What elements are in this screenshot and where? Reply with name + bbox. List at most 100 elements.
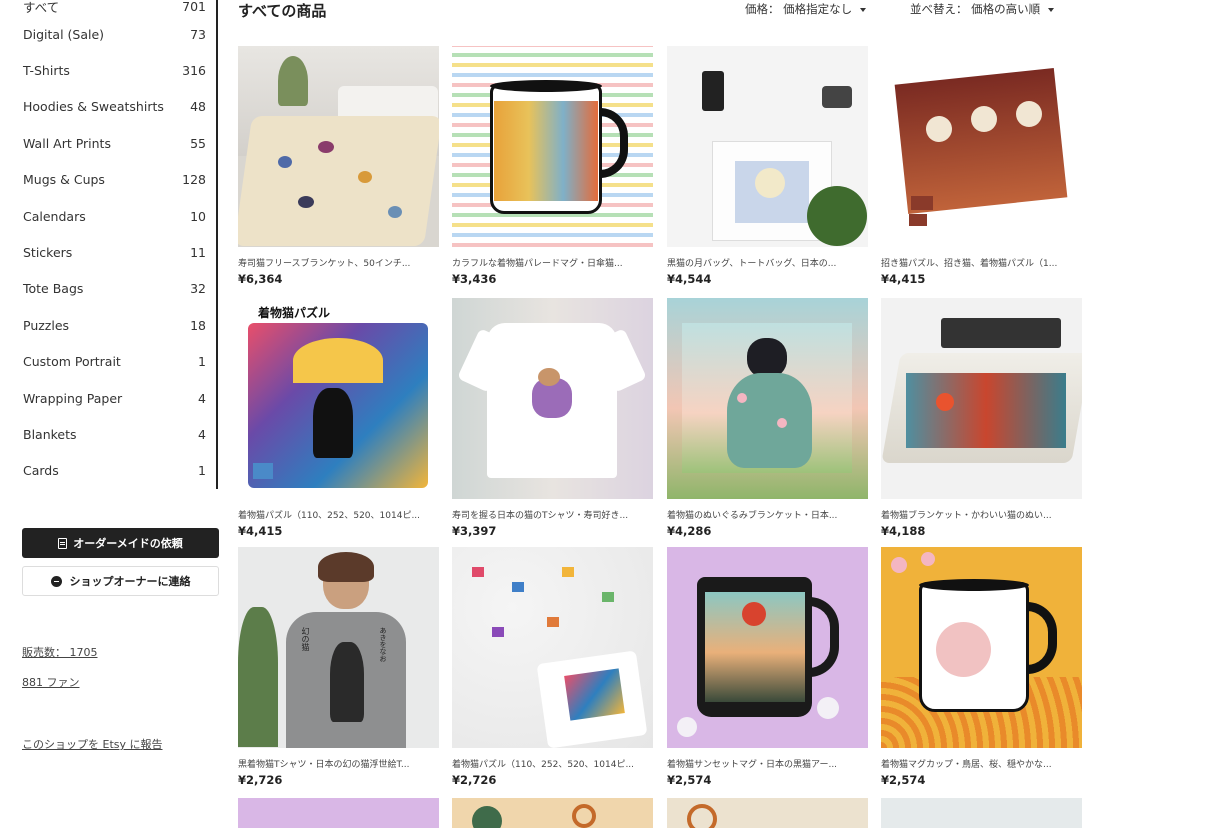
product-image[interactable] xyxy=(238,46,439,247)
product-image[interactable]: 幻の猫 あきをなお xyxy=(238,547,439,748)
category-mugs[interactable]: Mugs & Cups 128 xyxy=(0,162,216,198)
sort-dropdown[interactable]: 並べ替え： 価格の高い順 xyxy=(910,1,1055,17)
product-card[interactable]: 幻の猫 あきをなお 黒着物猫Tシャツ・日本の幻の猫浮世絵T... ¥2,726 xyxy=(238,547,439,787)
product-image[interactable] xyxy=(452,547,653,748)
product-title[interactable]: 招き猫パズル、招き猫、着物猫パズル（1... xyxy=(881,256,1082,269)
contact-owner-button[interactable]: ショップオーナーに連絡 xyxy=(22,566,219,596)
category-count: 1 xyxy=(198,354,206,370)
product-title[interactable]: 黒着物猫Tシャツ・日本の幻の猫浮世絵T... xyxy=(238,757,439,770)
product-image-partial[interactable] xyxy=(881,798,1082,828)
product-card[interactable]: 着物猫マグカップ・鳥居、桜、穏やかな... ¥2,574 xyxy=(881,547,1082,787)
tshirt-kanji-left: 幻の猫 xyxy=(301,627,310,651)
category-count: 4 xyxy=(198,426,206,442)
product-title[interactable]: 着物猫マグカップ・鳥居、桜、穏やかな... xyxy=(881,757,1082,770)
product-card[interactable]: 着物猫ブランケット・かわいい猫のぬい... ¥4,188 xyxy=(881,298,1082,538)
category-label: Custom Portrait xyxy=(23,354,121,370)
category-count: 32 xyxy=(190,281,206,297)
product-card[interactable]: 着物猫パズル 着物猫パズル（110、252、520、1014ピ... ¥4,41… xyxy=(238,298,439,538)
clipboard-icon xyxy=(58,537,68,549)
category-count: 10 xyxy=(190,208,206,224)
category-label: Stickers xyxy=(23,245,73,261)
product-price: ¥3,397 xyxy=(452,524,497,538)
category-stickers[interactable]: Stickers 11 xyxy=(0,234,216,270)
category-custom-portrait[interactable]: Custom Portrait 1 xyxy=(0,344,216,380)
product-card[interactable]: 着物猫サンセットマグ・日本の黒猫アー... ¥2,574 xyxy=(667,547,868,787)
category-puzzles[interactable]: Puzzles 18 xyxy=(0,307,216,343)
product-title[interactable]: 着物猫パズル（110、252、520、1014ピ... xyxy=(238,508,439,521)
category-count: 55 xyxy=(190,135,206,151)
category-count: 128 xyxy=(182,172,206,188)
product-price: ¥4,415 xyxy=(881,272,926,286)
category-digital-sale[interactable]: Digital (Sale) 73 xyxy=(0,16,216,52)
product-image[interactable] xyxy=(452,46,653,247)
product-price: ¥4,415 xyxy=(238,524,283,538)
category-tote-bags[interactable]: Tote Bags 32 xyxy=(0,271,216,307)
category-wall-art[interactable]: Wall Art Prints 55 xyxy=(0,125,216,161)
puzzle-title-text: 着物猫パズル xyxy=(258,306,331,320)
product-image-partial[interactable] xyxy=(238,798,439,828)
report-shop-link[interactable]: このショップを Etsy に報告 xyxy=(22,736,163,752)
product-card[interactable]: 招き猫パズル、招き猫、着物猫パズル（1... ¥4,415 xyxy=(881,46,1082,286)
product-image[interactable] xyxy=(881,298,1082,499)
sales-count-link[interactable]: 販売数： 1705 xyxy=(22,644,98,660)
product-card[interactable]: 寿司猫フリースブランケット、50インチ... ¥6,364 xyxy=(238,46,439,286)
product-price: ¥2,726 xyxy=(452,773,497,787)
category-calendars[interactable]: Calendars 10 xyxy=(0,198,216,234)
category-label: Puzzles xyxy=(23,317,70,333)
category-count: 4 xyxy=(198,390,206,406)
category-cards[interactable]: Cards 1 xyxy=(0,453,216,489)
product-title[interactable]: 着物猫パズル（110、252、520、1014ピ... xyxy=(452,757,653,770)
product-image[interactable] xyxy=(881,547,1082,748)
category-wrapping-paper[interactable]: Wrapping Paper 4 xyxy=(0,380,216,416)
category-t-shirts[interactable]: T-Shirts 316 xyxy=(0,52,216,88)
product-image[interactable] xyxy=(667,547,868,748)
category-label: Hoodies & Sweatshirts xyxy=(23,99,164,115)
category-count: 73 xyxy=(190,26,206,42)
product-image[interactable] xyxy=(452,298,653,499)
category-label: Wrapping Paper xyxy=(23,390,123,406)
product-image[interactable] xyxy=(881,46,1082,247)
product-title[interactable]: 寿司を握る日本の猫のTシャツ・寿司好き... xyxy=(452,508,653,521)
product-card[interactable]: 寿司を握る日本の猫のTシャツ・寿司好き... ¥3,397 xyxy=(452,298,653,538)
product-card[interactable]: 着物猫パズル（110、252、520、1014ピ... ¥2,726 xyxy=(452,547,653,787)
product-card[interactable]: 黒猫の月バッグ、トートバッグ、日本の... ¥4,544 xyxy=(667,46,868,286)
product-title[interactable]: 着物猫サンセットマグ・日本の黒猫アー... xyxy=(667,757,868,770)
product-card[interactable]: 着物猫のぬいぐるみブランケット・日本... ¥4,286 xyxy=(667,298,868,538)
category-blankets[interactable]: Blankets 4 xyxy=(0,416,216,452)
price-filter-dropdown[interactable]: 価格： 価格指定なし xyxy=(745,1,867,17)
product-price: ¥4,544 xyxy=(667,272,712,286)
product-title[interactable]: 着物猫ブランケット・かわいい猫のぬい... xyxy=(881,508,1082,521)
product-price: ¥6,364 xyxy=(238,272,283,286)
custom-order-button[interactable]: オーダーメイドの依頼 xyxy=(22,528,219,558)
category-count: 1 xyxy=(198,463,206,479)
category-count: 316 xyxy=(182,63,206,79)
custom-order-label: オーダーメイドの依頼 xyxy=(73,537,183,550)
product-image[interactable]: 着物猫パズル xyxy=(238,298,439,499)
product-title[interactable]: 黒猫の月バッグ、トートバッグ、日本の... xyxy=(667,256,868,269)
shop-sidebar: すべて 701 Digital (Sale) 73 T-Shirts 316 Hood… xyxy=(0,0,219,828)
product-image[interactable] xyxy=(667,298,868,499)
product-image[interactable] xyxy=(667,46,868,247)
product-card[interactable]: カラフルな着物猫パレードマグ・日傘猫... ¥3,436 xyxy=(452,46,653,286)
product-image-partial[interactable] xyxy=(452,798,653,828)
product-title[interactable]: 寿司猫フリースブランケット、50インチ... xyxy=(238,256,439,269)
category-label: Digital (Sale) xyxy=(23,26,105,42)
category-label: Mugs & Cups xyxy=(23,172,105,188)
category-label: Tote Bags xyxy=(23,281,84,297)
fans-link[interactable]: 881 ファン xyxy=(22,674,80,690)
category-hoodies[interactable]: Hoodies & Sweatshirts 48 xyxy=(0,89,216,125)
product-title[interactable]: カラフルな着物猫パレードマグ・日傘猫... xyxy=(452,256,653,269)
tshirt-kanji-right: あきをなお xyxy=(379,627,387,662)
product-image-partial[interactable] xyxy=(667,798,868,828)
sort-label: 並べ替え： 価格の高い順 xyxy=(910,2,1041,16)
category-label: すべて xyxy=(23,0,60,15)
price-filter-label: 価格： 価格指定なし xyxy=(745,2,853,16)
chevron-down-icon xyxy=(860,8,867,12)
product-price: ¥4,188 xyxy=(881,524,926,538)
page-title: すべての商品 xyxy=(238,2,327,20)
product-price: ¥2,574 xyxy=(667,773,712,787)
product-title[interactable]: 着物猫のぬいぐるみブランケット・日本... xyxy=(667,508,868,521)
category-all[interactable]: すべて 701 xyxy=(0,0,216,16)
category-list: すべて 701 Digital (Sale) 73 T-Shirts 316 Hood… xyxy=(0,0,218,490)
category-count: 18 xyxy=(190,317,206,333)
